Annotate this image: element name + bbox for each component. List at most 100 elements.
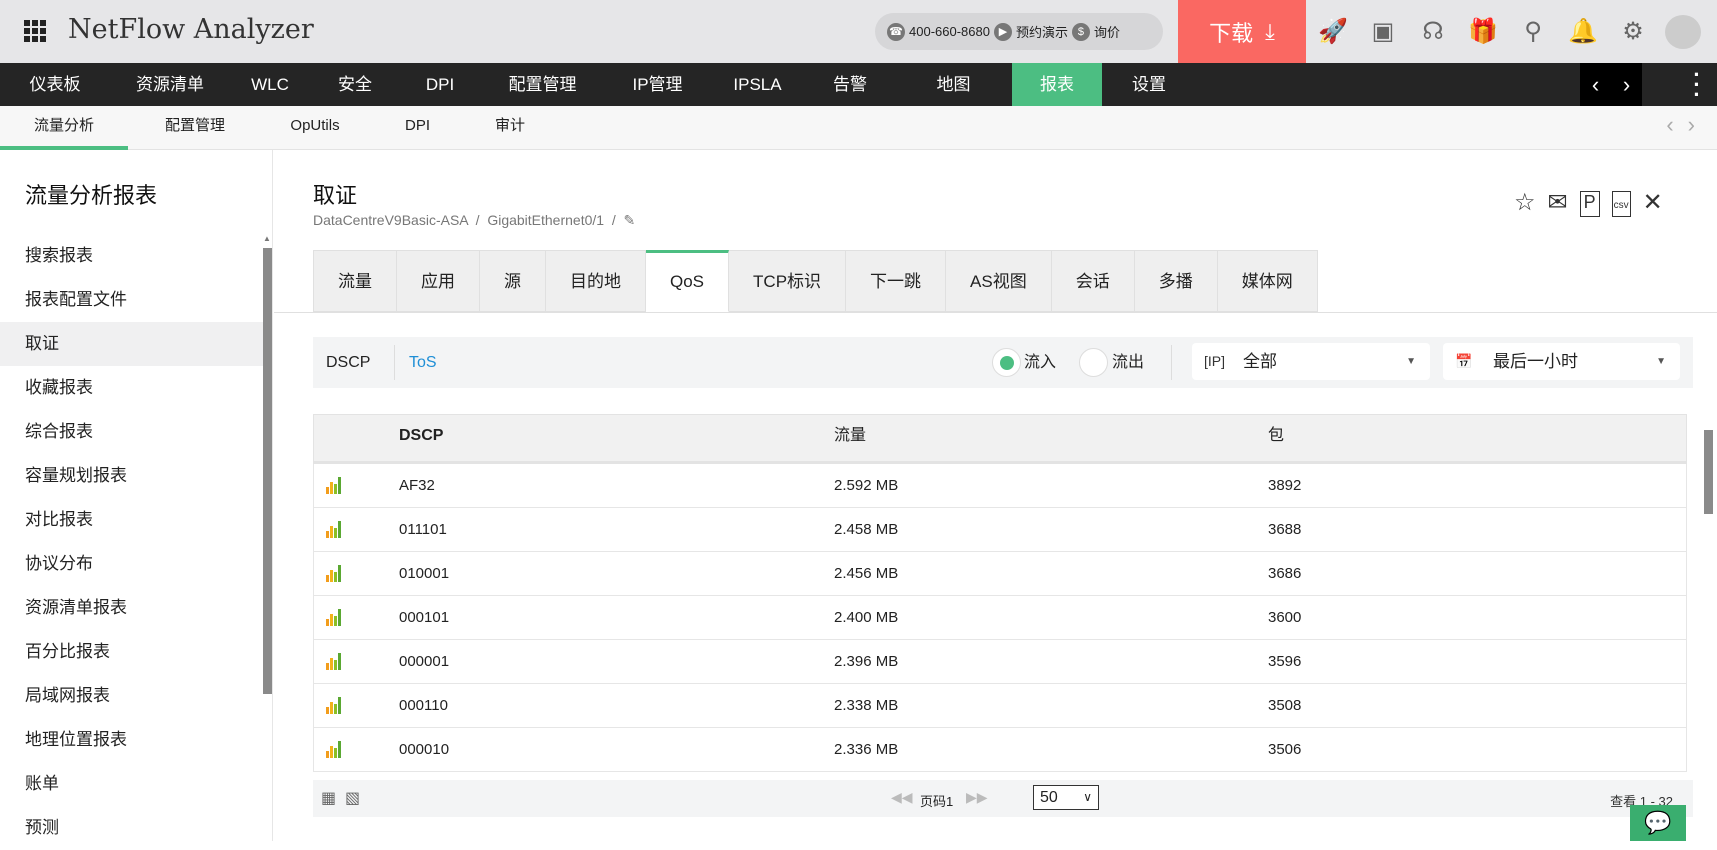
sidebar-item[interactable]: 搜索报表 <box>0 234 263 278</box>
sidebar-item[interactable]: 收藏报表 <box>0 366 263 410</box>
tab-as-view[interactable]: AS视图 <box>946 250 1052 312</box>
sidebar-item[interactable]: 地理位置报表 <box>0 718 263 762</box>
more-vertical-icon[interactable]: · · · <box>1692 64 1702 106</box>
nav-ipsla[interactable]: IPSLA <box>710 63 805 106</box>
bar-chart-icon[interactable] <box>326 521 341 538</box>
excel-icon[interactable]: ▧ <box>345 788 360 808</box>
scroll-up-icon[interactable]: ▲ <box>263 234 271 243</box>
bar-chart-icon[interactable] <box>326 609 341 626</box>
table-scrollbar[interactable] <box>1701 414 1715 779</box>
subnav-flow-analysis[interactable]: 流量分析 <box>0 106 128 150</box>
nav-maps[interactable]: 地图 <box>895 63 1012 106</box>
sidebar-item[interactable]: 协议分布 <box>0 542 263 586</box>
nav-wlc[interactable]: WLC <box>230 63 310 106</box>
bar-chart-icon[interactable] <box>326 477 341 494</box>
nav-dpi[interactable]: DPI <box>400 63 480 106</box>
col-dscp[interactable]: DSCP <box>399 415 443 457</box>
tab-application[interactable]: 应用 <box>397 250 480 312</box>
sidebar-item[interactable]: 局域网报表 <box>0 674 263 718</box>
page-size-value: 50 <box>1040 789 1058 806</box>
chat-button[interactable]: 💬 <box>1630 805 1686 841</box>
phone-number[interactable]: 400-660-8680 <box>909 24 990 39</box>
tab-qos[interactable]: QoS <box>646 250 730 312</box>
subnav-oputils[interactable]: OpUtils <box>275 106 355 150</box>
presentation-icon[interactable]: ▣ <box>1365 17 1401 46</box>
bar-chart-icon[interactable] <box>326 653 341 670</box>
csv-icon[interactable]: csv <box>1611 191 1631 217</box>
sidebar-item[interactable]: 对比报表 <box>0 498 263 542</box>
download-button[interactable]: 下载 ⤓ <box>1178 0 1306 63</box>
nav-dashboard[interactable]: 仪表板 <box>0 63 110 106</box>
tab-multicast[interactable]: 多播 <box>1134 250 1218 312</box>
page-size-select[interactable]: 50 ∨ <box>1033 785 1099 810</box>
demo-link[interactable]: 预约演示 <box>1016 22 1068 41</box>
dscp-toggle[interactable]: DSCP <box>326 337 370 388</box>
gear-icon[interactable]: ⚙ <box>1615 17 1651 46</box>
tab-tcp-flags[interactable]: TCP标识 <box>729 250 847 312</box>
sidebar-item[interactable]: 取证 <box>0 322 263 366</box>
tab-destination[interactable]: 目的地 <box>546 250 646 312</box>
sidebar-item[interactable]: 资源清单报表 <box>0 586 263 630</box>
table-row[interactable]: 000010 2.336 MB 3506 <box>313 728 1687 772</box>
bar-chart-icon[interactable] <box>326 565 341 582</box>
nav-alarms[interactable]: 告警 <box>805 63 895 106</box>
breadcrumb-interface[interactable]: GigabitEthernet0/1 <box>487 212 604 228</box>
next-page-icon[interactable]: ▶▶ <box>966 789 988 806</box>
sidebar-item[interactable]: 报表配置文件 <box>0 278 263 322</box>
table-row[interactable]: 000101 2.400 MB 3600 <box>313 596 1687 640</box>
nav-ip[interactable]: IP管理 <box>605 63 710 106</box>
price-link[interactable]: 询价 <box>1094 22 1120 41</box>
bar-chart-icon[interactable] <box>326 697 341 714</box>
breadcrumb-device[interactable]: DataCentreV9Basic-ASA <box>313 212 468 228</box>
sidebar-item[interactable]: 容量规划报表 <box>0 454 263 498</box>
nav-reports[interactable]: 报表 <box>1012 63 1102 106</box>
calculator-icon[interactable]: ▦ <box>321 788 336 808</box>
headset-icon[interactable]: ☊ <box>1415 17 1451 46</box>
tos-toggle[interactable]: ToS <box>409 337 437 388</box>
col-traffic[interactable]: 流量 <box>834 415 866 457</box>
ip-select[interactable]: [IP] 全部 ▼ <box>1192 343 1430 380</box>
star-icon[interactable]: ☆ <box>1514 188 1536 217</box>
sidebar-item[interactable]: 综合报表 <box>0 410 263 454</box>
subnav-audit[interactable]: 审计 <box>480 106 540 150</box>
edit-icon[interactable]: ✎ <box>624 212 636 228</box>
tab-conversation[interactable]: 会话 <box>1051 250 1135 312</box>
subnav-arrows[interactable]: ‹› <box>1666 112 1709 138</box>
avatar[interactable] <box>1665 14 1701 49</box>
mail-icon[interactable]: ✉ <box>1548 188 1568 217</box>
table-row[interactable]: 010001 2.456 MB 3686 <box>313 552 1687 596</box>
rocket-icon[interactable]: 🚀 <box>1315 17 1351 46</box>
prev-page-icon[interactable]: ◀◀ <box>891 789 913 806</box>
nav-security[interactable]: 安全 <box>310 63 400 106</box>
chevron-right-icon[interactable]: › <box>1623 72 1630 98</box>
sidebar-scrollbar[interactable] <box>263 248 272 694</box>
apps-grid-icon[interactable] <box>24 20 46 42</box>
chevron-left-icon[interactable]: ‹ <box>1592 72 1599 98</box>
pdf-icon[interactable]: P <box>1579 191 1600 217</box>
col-packets[interactable]: 包 <box>1268 415 1284 457</box>
subnav-dpi[interactable]: DPI <box>390 106 445 150</box>
inbound-radio[interactable] <box>992 348 1021 377</box>
gift-icon[interactable]: 🎁 <box>1465 17 1501 46</box>
outbound-radio[interactable] <box>1079 348 1108 377</box>
tab-medianet[interactable]: 媒体网 <box>1217 250 1318 312</box>
table-row[interactable]: 011101 2.458 MB 3688 <box>313 508 1687 552</box>
sidebar-item[interactable]: 账单 <box>0 762 263 806</box>
bell-icon[interactable]: 🔔 <box>1565 17 1601 46</box>
close-icon[interactable]: ✕ <box>1643 188 1663 217</box>
sidebar-item[interactable]: 百分比报表 <box>0 630 263 674</box>
sidebar-item[interactable]: 预测 <box>0 806 263 850</box>
time-select[interactable]: 📅 最后一小时 ▼ <box>1443 343 1680 380</box>
nav-settings[interactable]: 设置 <box>1102 63 1196 106</box>
tab-next-hop[interactable]: 下一跳 <box>846 250 947 312</box>
table-row[interactable]: 000001 2.396 MB 3596 <box>313 640 1687 684</box>
nav-config[interactable]: 配置管理 <box>480 63 605 106</box>
tab-traffic[interactable]: 流量 <box>313 250 397 312</box>
table-row[interactable]: 000110 2.338 MB 3508 <box>313 684 1687 728</box>
tab-source[interactable]: 源 <box>480 250 546 312</box>
search-icon[interactable]: ⚲ <box>1515 17 1551 46</box>
nav-inventory[interactable]: 资源清单 <box>110 63 230 106</box>
table-row[interactable]: AF32 2.592 MB 3892 <box>313 464 1687 508</box>
subnav-config[interactable]: 配置管理 <box>140 106 250 150</box>
bar-chart-icon[interactable] <box>326 741 341 758</box>
